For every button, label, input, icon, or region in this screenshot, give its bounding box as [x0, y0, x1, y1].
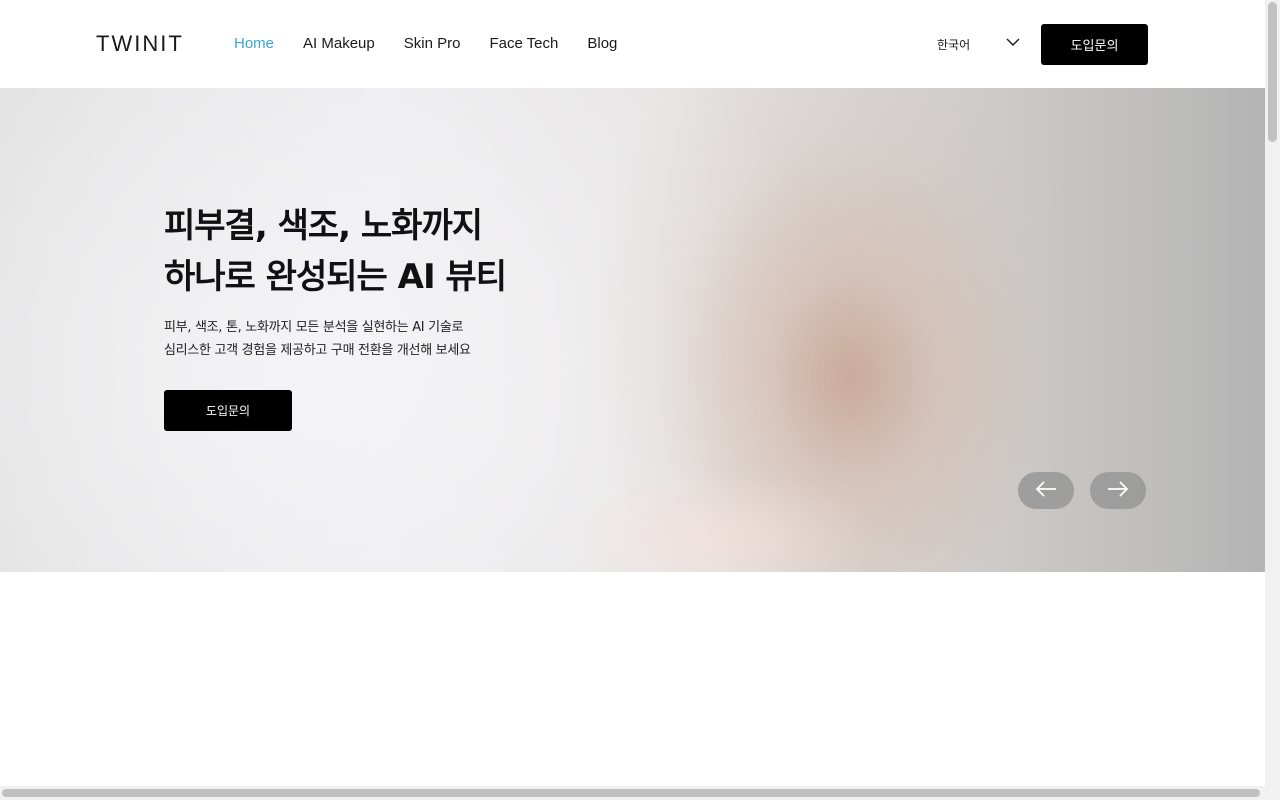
hero-background-image	[560, 468, 880, 572]
nav-home[interactable]: Home	[234, 33, 274, 55]
site-header: TWINIT Home AI Makeup Skin Pro Face Tech…	[0, 0, 1265, 88]
hero-inquiry-button[interactable]: 도입문의	[164, 390, 292, 431]
horizontal-scrollbar-thumb[interactable]	[2, 789, 1260, 797]
hero-title-line: 피부결, 색조, 노화까지	[164, 206, 483, 246]
hero-subtitle-line: 심리스한 고객 경험을 제공하고 구매 전환을 개선해 보세요	[164, 343, 471, 358]
scrollbar-corner	[1265, 786, 1280, 800]
main-nav: Home AI Makeup Skin Pro Face Tech Blog	[234, 33, 617, 55]
arrow-right-icon	[1107, 480, 1129, 502]
vertical-scrollbar-thumb[interactable]	[1268, 2, 1277, 142]
chevron-down-icon	[1005, 34, 1021, 54]
page-viewport: TWINIT Home AI Makeup Skin Pro Face Tech…	[0, 0, 1265, 786]
arrow-left-icon	[1035, 480, 1057, 502]
carousel-next-button[interactable]	[1090, 472, 1146, 509]
carousel-prev-button[interactable]	[1018, 472, 1074, 509]
logo[interactable]: TWINIT	[96, 30, 184, 58]
vertical-scrollbar[interactable]	[1265, 0, 1280, 786]
hero-title-line: 하나로 완성되는 AI 뷰티	[164, 257, 507, 297]
language-label: 한국어	[937, 37, 971, 52]
language-select[interactable]: 한국어	[937, 34, 1021, 54]
header-inquiry-button[interactable]: 도입문의	[1041, 24, 1148, 65]
horizontal-scrollbar[interactable]	[0, 786, 1265, 800]
nav-ai-makeup[interactable]: AI Makeup	[303, 33, 375, 55]
hero-subtitle-line: 피부, 색조, 톤, 노화까지 모든 분석을 실현하는 AI 기술로	[164, 320, 464, 335]
nav-skin-pro[interactable]: Skin Pro	[404, 33, 461, 55]
hero-title: 피부결, 색조, 노화까지 하나로 완성되는 AI 뷰티	[164, 201, 507, 303]
nav-face-tech[interactable]: Face Tech	[489, 33, 558, 55]
hero-subtitle: 피부, 색조, 톤, 노화까지 모든 분석을 실현하는 AI 기술로 심리스한 …	[164, 316, 471, 362]
hero-banner: 피부결, 색조, 노화까지 하나로 완성되는 AI 뷰티 피부, 색조, 톤, …	[0, 88, 1265, 572]
nav-blog[interactable]: Blog	[587, 33, 617, 55]
